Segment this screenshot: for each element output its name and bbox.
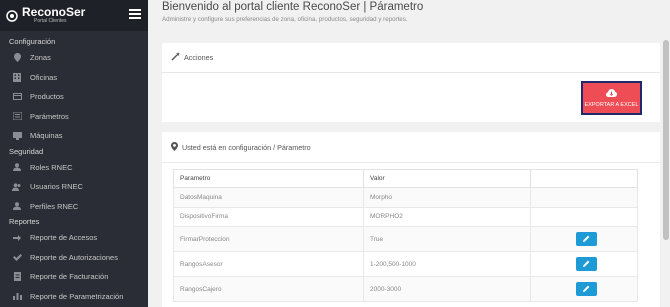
table-row: FirmarProteccion True bbox=[173, 226, 638, 252]
param-action-cell bbox=[530, 251, 638, 277]
sidebar-item-perfiles-rnec[interactable]: Perfiles RNEC bbox=[0, 197, 148, 217]
pencil-icon bbox=[583, 285, 590, 294]
edit-button[interactable] bbox=[576, 232, 597, 246]
sidebar-item-oficinas[interactable]: Oficinas bbox=[0, 68, 148, 88]
brand-name: ReconoSer bbox=[22, 5, 86, 19]
section-reportes: Reportes bbox=[9, 217, 40, 226]
map-marker-icon bbox=[12, 53, 22, 63]
param-action-cell bbox=[530, 226, 638, 252]
pencil-icon bbox=[583, 260, 590, 269]
table-row: RangosAsesor 1-200,500-1000 bbox=[173, 251, 638, 277]
sidebar-item-label: Parámetros bbox=[30, 111, 69, 121]
param-action-cell bbox=[530, 206, 638, 227]
parameters-card: Usted está en configuración / Párametro … bbox=[162, 132, 660, 307]
actions-header: Acciones bbox=[162, 43, 660, 73]
brand-header: ReconoSer Portal Clientes bbox=[0, 0, 148, 31]
sidebar: ReconoSer Portal Clientes Configuración … bbox=[0, 0, 148, 307]
sidebar-item-label: Reporte de Facturación bbox=[30, 272, 109, 282]
param-action-cell bbox=[530, 276, 638, 302]
sidebar-item-reporte-facturacion[interactable]: Reporte de Facturación bbox=[0, 267, 148, 287]
invoice-icon bbox=[12, 272, 22, 282]
sidebar-item-roles-rnec[interactable]: Roles RNEC bbox=[0, 158, 148, 178]
sidebar-item-parametros[interactable]: Parámetros bbox=[0, 107, 148, 127]
table-header-row: Parametro Valor bbox=[173, 169, 638, 188]
sidebar-item-label: Productos bbox=[30, 92, 64, 102]
menu-toggle-icon[interactable] bbox=[129, 9, 141, 20]
column-header-actions bbox=[530, 169, 638, 188]
param-value-cell: Morpho bbox=[363, 187, 531, 208]
actions-card: Acciones EXPORTAR A EXCEL bbox=[162, 43, 660, 122]
edit-button[interactable] bbox=[576, 257, 597, 271]
export-excel-button[interactable]: EXPORTAR A EXCEL bbox=[581, 81, 642, 115]
page-title: Bienvenido al portal cliente ReconoSer |… bbox=[162, 1, 424, 13]
table-row: RangosCajero 2000-3000 bbox=[173, 276, 638, 302]
building-icon bbox=[12, 72, 22, 82]
sidebar-item-label: Roles RNEC bbox=[30, 162, 73, 172]
sidebar-item-maquinas[interactable]: Máquinas bbox=[0, 126, 148, 146]
sidebar-item-productos[interactable]: Productos bbox=[0, 87, 148, 107]
param-value-cell: True bbox=[363, 226, 531, 252]
param-name-cell: DatosMaquina bbox=[173, 187, 364, 208]
sidebar-item-label: Zonas bbox=[30, 53, 51, 63]
magic-wand-icon bbox=[171, 52, 180, 63]
section-seguridad: Seguridad bbox=[9, 146, 44, 156]
box-icon bbox=[12, 92, 22, 102]
scrollbar-thumb[interactable] bbox=[663, 40, 669, 240]
sidebar-item-reporte-parametrizacion[interactable]: Reporte de Parametrización bbox=[0, 287, 148, 307]
sidebar-item-label: Reporte de Autorizaciones bbox=[30, 252, 118, 262]
map-marker-icon bbox=[171, 141, 178, 153]
param-name-cell: RangosAsesor bbox=[173, 251, 364, 277]
location-text: Usted está en configuración / Párametro bbox=[182, 142, 311, 152]
section-configuracion: Configuración bbox=[9, 37, 56, 46]
user-icon bbox=[12, 201, 22, 211]
vertical-scrollbar[interactable] bbox=[662, 0, 670, 307]
column-header-valor: Valor bbox=[363, 169, 531, 188]
sidebar-item-reporte-autorizaciones[interactable]: Reporte de Autorizaciones bbox=[0, 248, 148, 268]
param-value-cell: MORPHO2 bbox=[363, 206, 531, 227]
sidebar-item-zonas[interactable]: Zonas bbox=[0, 48, 148, 68]
brand-logo-icon bbox=[6, 9, 18, 22]
param-name-cell: RangosCajero bbox=[173, 276, 364, 302]
param-value-cell: 1-200,500-1000 bbox=[363, 251, 531, 277]
table-row: DispositivoFirma MORPHO2 bbox=[173, 206, 638, 227]
location-header: Usted está en configuración / Párametro bbox=[162, 132, 660, 163]
chart-icon bbox=[12, 291, 22, 301]
sidebar-item-label: Reporte de Parametrización bbox=[30, 291, 124, 301]
param-value-cell: 2000-3000 bbox=[363, 276, 531, 302]
list-icon bbox=[12, 111, 22, 121]
sidebar-item-label: Reporte de Accesos bbox=[30, 233, 98, 243]
sidebar-item-usuarios-rnec[interactable]: Usuarios RNEC bbox=[0, 177, 148, 197]
sidebar-item-label: Oficinas bbox=[30, 72, 58, 82]
param-action-cell bbox=[530, 187, 638, 208]
pencil-icon bbox=[583, 235, 590, 244]
actions-title: Acciones bbox=[184, 53, 214, 62]
main-content: Bienvenido al portal cliente ReconoSer |… bbox=[148, 0, 670, 307]
sidebar-item-reporte-accesos[interactable]: Reporte de Accesos bbox=[0, 228, 148, 248]
table-row: DatosMaquina Morpho bbox=[173, 187, 638, 208]
check-icon bbox=[12, 252, 22, 262]
user-icon bbox=[12, 162, 22, 172]
brand-subtitle: Portal Clientes bbox=[34, 18, 67, 24]
parameters-table: Parametro Valor DatosMaquina Morpho Disp… bbox=[173, 169, 638, 302]
cloud-download-icon bbox=[606, 88, 617, 100]
sidebar-item-label: Perfiles RNEC bbox=[30, 201, 79, 211]
monitor-icon bbox=[12, 131, 22, 141]
users-icon bbox=[12, 182, 22, 192]
sidebar-item-label: Usuarios RNEC bbox=[30, 182, 83, 192]
login-icon bbox=[12, 233, 22, 243]
sidebar-item-label: Máquinas bbox=[30, 131, 63, 141]
export-excel-label: EXPORTAR A EXCEL bbox=[584, 101, 639, 108]
page-subtitle: Administre y configure sus preferencias … bbox=[162, 16, 408, 23]
param-name-cell: DispositivoFirma bbox=[173, 206, 364, 227]
edit-button[interactable] bbox=[576, 282, 597, 296]
param-name-cell: FirmarProteccion bbox=[173, 226, 364, 252]
column-header-parametro: Parametro bbox=[173, 169, 364, 188]
